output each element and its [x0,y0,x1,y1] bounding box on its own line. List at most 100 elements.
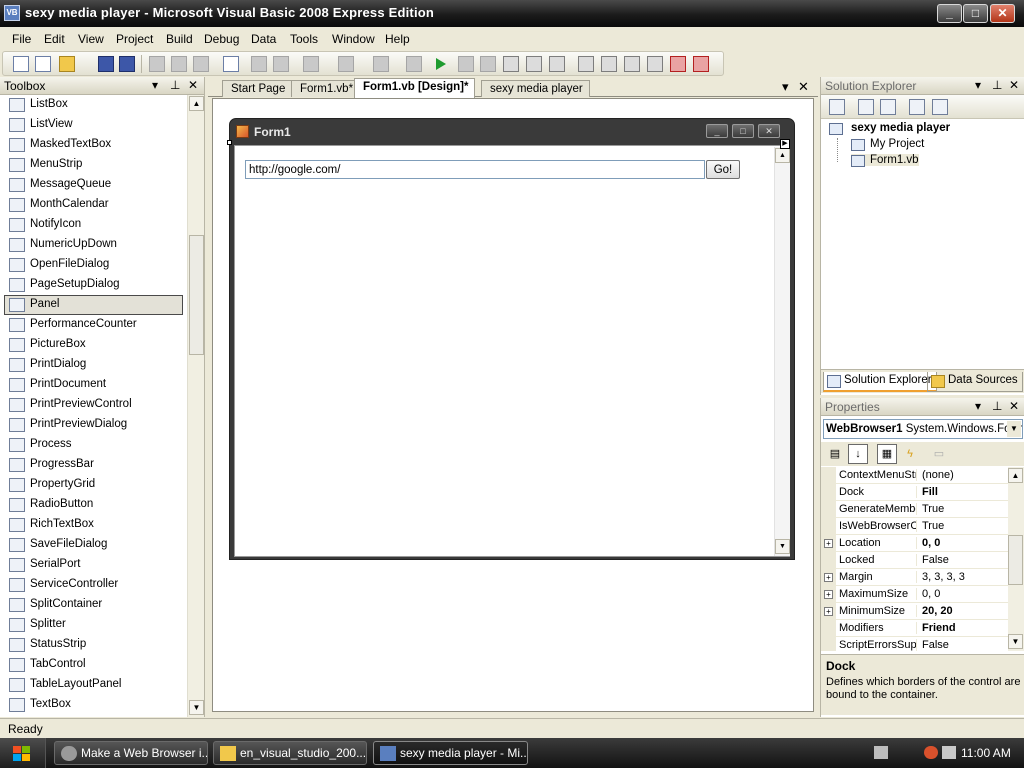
new-project-icon[interactable] [13,56,29,72]
go-button[interactable]: Go! [706,160,740,179]
refresh-icon[interactable] [880,99,896,115]
toolbox-item-messagequeue[interactable]: MessageQueue [0,175,187,195]
toolbox-item-numericupdown[interactable]: NumericUpDown [0,235,187,255]
property-row[interactable]: + Margin 3, 3, 3, 3 [821,569,1008,586]
add-item-icon[interactable] [35,56,51,72]
show-all-files-icon[interactable] [858,99,874,115]
toolbox-item-performancecounter[interactable]: PerformanceCounter [0,315,187,335]
toolbox-item-openfiledialog[interactable]: OpenFileDialog [0,255,187,275]
tab-start-page[interactable]: Start Page [222,80,293,97]
minimize-button[interactable]: _ [937,4,962,23]
property-value[interactable]: Friend [922,622,1008,634]
start-button[interactable] [0,738,46,768]
taskbar-item-browser[interactable]: Make a Web Browser i... [54,741,208,765]
toolbox-item-servicecontroller[interactable]: ServiceController [0,575,187,595]
toolbox-item-process[interactable]: Process [0,435,187,455]
scroll-thumb[interactable] [189,235,204,355]
property-value[interactable]: (none) [922,469,1008,481]
close-document-icon[interactable]: ✕ [798,79,809,95]
menu-view[interactable]: View [78,32,104,46]
step-into-icon[interactable] [503,56,519,72]
property-grid-scrollbar[interactable]: ▲ ▼ [1008,467,1024,651]
visual-basic-app-icon[interactable]: VB [4,5,20,21]
property-row[interactable]: Locked False [821,552,1008,569]
view-code-icon[interactable] [909,99,925,115]
scroll-thumb[interactable] [1008,535,1023,585]
toolbox-item-picturebox[interactable]: PictureBox [0,335,187,355]
pin-icon[interactable]: ⊥ [992,78,1002,92]
scroll-up-arrow-icon[interactable]: ▲ [189,96,204,111]
tab-sexy-media-player[interactable]: sexy media player [481,80,590,97]
cut-icon[interactable] [149,56,165,72]
step-over-icon[interactable] [526,56,542,72]
property-row[interactable]: + MinimumSize 20, 20 [821,603,1008,620]
toolbox-item-splitter[interactable]: Splitter [0,615,187,635]
save-icon[interactable] [98,56,114,72]
toolbox-item-tablelayoutpanel[interactable]: TableLayoutPanel [0,675,187,695]
property-row[interactable]: Dock Fill [821,484,1008,501]
tab-form1-code[interactable]: Form1.vb* [291,80,361,97]
uncomment-icon[interactable] [273,56,289,72]
close-button[interactable]: ✕ [990,4,1015,23]
undo-icon[interactable] [303,56,319,72]
property-row[interactable]: GenerateMember True [821,501,1008,518]
scroll-down-arrow-icon[interactable]: ▼ [189,700,204,715]
object-browser-icon[interactable] [624,56,640,72]
property-row[interactable]: + MaximumSize 0, 0 [821,586,1008,603]
browser-scrollbar[interactable]: ▲ ▼ [774,147,790,556]
close-icon[interactable]: ✕ [188,78,198,92]
chevron-down-icon[interactable]: ▾ [152,78,158,92]
toolbox-item-printpreviewcontrol[interactable]: PrintPreviewControl [0,395,187,415]
toolbox-item-printdocument[interactable]: PrintDocument [0,375,187,395]
scroll-up-arrow-icon[interactable]: ▲ [1008,468,1023,483]
properties-window-icon[interactable] [601,56,617,72]
toolbox-item-textbox[interactable]: TextBox [0,695,187,715]
property-row[interactable]: Modifiers Friend [821,620,1008,637]
menu-help[interactable]: Help [385,32,410,46]
keyboard-icon[interactable] [874,746,888,759]
comment-icon[interactable] [251,56,267,72]
menu-debug[interactable]: Debug [204,32,239,46]
toolbox-item-panel[interactable]: Panel [4,295,183,315]
toolbox-item-statusstrip[interactable]: StatusStrip [0,635,187,655]
taskbar-item-visual-basic[interactable]: sexy media player - Mi... [373,741,528,765]
property-row[interactable]: ContextMenuStrip (none) [821,467,1008,484]
toolbox-item-splitcontainer[interactable]: SplitContainer [0,595,187,615]
menu-file[interactable]: File [12,32,31,46]
toolbox-item-serialport[interactable]: SerialPort [0,555,187,575]
find-icon[interactable] [223,56,239,72]
browser-scroll-down-icon[interactable]: ▼ [775,539,790,554]
tree-node-my-project[interactable]: My Project [851,138,924,151]
form1-window[interactable]: Form1 _ □ ✕ Go! ▲ ▼ ▶ [227,118,795,560]
property-row[interactable]: + Location 0, 0 [821,535,1008,552]
tree-node-form1[interactable]: Form1.vb [851,154,919,167]
pin-icon[interactable]: ⊥ [992,399,1002,413]
chevron-down-icon[interactable]: ▾ [975,399,981,413]
toolbox-item-progressbar[interactable]: ProgressBar [0,455,187,475]
redo-icon[interactable] [338,56,354,72]
url-textbox[interactable] [245,160,705,179]
property-value[interactable]: 3, 3, 3, 3 [922,571,1008,583]
object-selector-dropdown[interactable]: WebBrowser1 System.Windows.Forms.WebBrow… [823,419,1023,439]
tab-list-dropdown-icon[interactable]: ▾ [782,79,789,95]
view-designer-icon[interactable] [932,99,948,115]
events-lightning-icon[interactable]: ϟ [900,444,920,464]
property-value[interactable]: 0, 0 [922,588,1008,600]
toolbox-item-pagesetupdialog[interactable]: PageSetupDialog [0,275,187,295]
copy-icon[interactable] [171,56,187,72]
toolbox-scrollbar[interactable]: ▲ ▼ [187,95,204,717]
selection-handle[interactable] [227,140,232,145]
toolbox-item-richtextbox[interactable]: RichTextBox [0,515,187,535]
chevron-down-icon[interactable]: ▾ [975,78,981,92]
tab-form1-design[interactable]: Form1.vb [Design]* [354,78,476,98]
browser-scroll-up-icon[interactable]: ▲ [775,148,790,163]
solution-explorer-icon[interactable] [578,56,594,72]
clock[interactable]: 11:00 AM [961,746,1011,760]
tab-data-sources[interactable]: Data Sources [927,372,1023,392]
menu-data[interactable]: Data [251,32,276,46]
expand-plus-icon[interactable]: + [824,573,833,582]
property-value[interactable]: True [922,503,1008,515]
error-list-icon[interactable] [670,56,686,72]
save-all-icon[interactable] [119,56,135,72]
menu-window[interactable]: Window [332,32,375,46]
